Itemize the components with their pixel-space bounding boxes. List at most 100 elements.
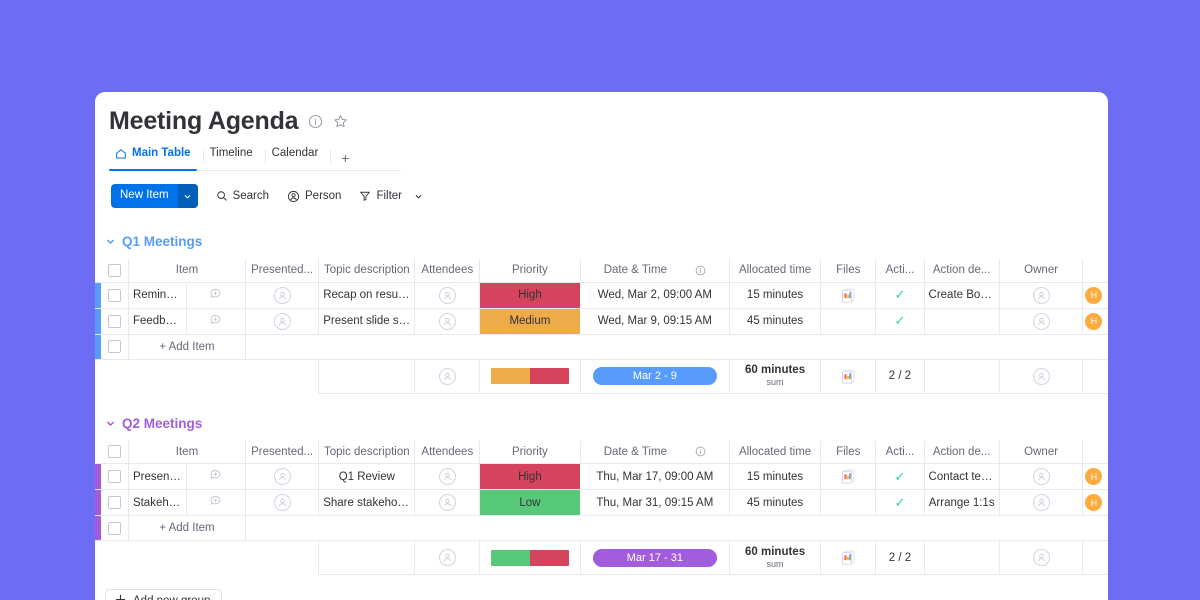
avatar[interactable] — [438, 549, 456, 566]
avatar[interactable]: H — [1085, 494, 1103, 511]
add-item-label[interactable]: + Add Item — [128, 515, 247, 541]
column-header-action[interactable]: Acti... — [875, 440, 925, 464]
group-q1-title[interactable]: Q1 Meetings — [122, 234, 202, 249]
cell-conversation[interactable] — [186, 463, 247, 490]
column-header-date-time[interactable]: Date & Time — [580, 440, 731, 464]
chevron-down-icon[interactable] — [177, 184, 198, 208]
add-comment-icon[interactable] — [209, 468, 223, 482]
cell-conversation[interactable] — [186, 489, 247, 516]
file-thumbnail-icon[interactable] — [841, 369, 855, 384]
tab-main-table[interactable]: Main Table — [109, 144, 203, 171]
cell-files[interactable] — [820, 489, 877, 516]
row-checkbox-cell[interactable] — [101, 489, 129, 516]
cell-attendees[interactable] — [414, 489, 481, 516]
info-circle-icon[interactable] — [308, 114, 323, 129]
cell-date-time[interactable]: Thu, Mar 31, 09:15 AM — [580, 489, 731, 516]
avatar[interactable] — [438, 367, 456, 385]
table-row[interactable]: Reminder of resul... — [95, 282, 1108, 309]
row-checkbox[interactable] — [108, 340, 122, 353]
cell-action-description[interactable]: Create Board — [924, 282, 1000, 309]
tab-calendar[interactable]: Calendar — [266, 144, 331, 170]
cell-allocated-time[interactable]: 45 minutes — [729, 489, 822, 516]
cell-topic-description[interactable]: Share stakeholder b... — [318, 489, 416, 516]
row-checkbox-cell[interactable] — [101, 308, 129, 335]
cell-topic-description[interactable]: Q1 Review — [318, 463, 416, 490]
column-header-allocated-time[interactable]: Allocated time — [729, 259, 822, 283]
cell-files[interactable] — [820, 463, 877, 490]
cell-files[interactable] — [820, 282, 877, 309]
info-circle-icon[interactable] — [695, 265, 706, 276]
cell-item[interactable]: Stakeholder feed... — [128, 489, 188, 516]
person-button[interactable]: Person — [287, 190, 341, 203]
cell-action[interactable]: ✓ — [875, 282, 925, 309]
avatar[interactable] — [438, 494, 456, 511]
cell-last-updated[interactable]: H — [1082, 308, 1108, 335]
chevron-down-icon[interactable] — [105, 236, 116, 247]
row-checkbox-cell[interactable] — [101, 334, 129, 360]
select-all-checkbox[interactable] — [108, 263, 122, 277]
cell-date-time[interactable]: Thu, Mar 17, 09:00 AM — [580, 463, 731, 490]
cell-presented-by[interactable] — [245, 282, 320, 309]
row-checkbox[interactable] — [108, 288, 122, 302]
column-header-topic-description[interactable]: Topic description — [318, 259, 416, 283]
column-header-files[interactable]: Files — [820, 259, 877, 283]
avatar[interactable] — [273, 312, 291, 330]
info-circle-icon[interactable] — [695, 446, 706, 457]
summary-attendees[interactable] — [414, 540, 481, 575]
column-header-owner[interactable]: Owner — [999, 259, 1084, 283]
row-checkbox[interactable] — [108, 314, 122, 328]
column-header-priority[interactable]: Priority — [479, 259, 581, 283]
column-header-date-time[interactable]: Date & Time — [580, 259, 731, 283]
table-row[interactable]: Present Dashboar... Q1 Review — [95, 463, 1108, 490]
cell-owner[interactable] — [999, 463, 1084, 490]
chevron-down-icon[interactable] — [105, 418, 116, 429]
tab-timeline[interactable]: Timeline — [204, 144, 265, 170]
column-header-presented-by[interactable]: Presented... — [245, 440, 320, 464]
cell-priority[interactable]: High — [479, 282, 581, 309]
column-header-attendees[interactable]: Attendees — [414, 440, 481, 464]
summary-action-count[interactable]: 2 / 2 — [875, 359, 925, 394]
cell-presented-by[interactable] — [245, 463, 320, 490]
cell-topic-description[interactable]: Present slide show — [318, 308, 416, 335]
cell-priority[interactable]: High — [479, 463, 581, 490]
avatar[interactable]: H — [1085, 468, 1103, 485]
cell-presented-by[interactable] — [245, 489, 320, 516]
avatar[interactable]: H — [1085, 286, 1103, 304]
column-header-attendees[interactable]: Attendees — [414, 259, 481, 283]
filter-button[interactable]: Filter — [359, 190, 423, 202]
summary-date-range[interactable]: Mar 2 - 9 — [580, 359, 731, 394]
table-row[interactable]: Stakeholder feed... Share stakeholder b.… — [95, 489, 1108, 516]
avatar[interactable] — [1032, 367, 1050, 385]
column-header-files[interactable]: Files — [820, 440, 877, 464]
summary-action-count[interactable]: 2 / 2 — [875, 540, 925, 575]
avatar[interactable] — [1032, 494, 1050, 511]
cell-item[interactable]: Feedback from te... — [128, 308, 188, 335]
column-header-priority[interactable]: Priority — [479, 440, 581, 464]
add-comment-icon[interactable] — [209, 494, 223, 508]
summary-allocated-total[interactable]: 60 minutes sum — [729, 540, 822, 575]
cell-last-updated[interactable]: H — [1082, 489, 1108, 516]
summary-priority-battery[interactable] — [479, 540, 581, 575]
cell-owner[interactable] — [999, 308, 1084, 335]
avatar[interactable]: H — [1085, 312, 1103, 330]
column-header-action-description[interactable]: Action de... — [924, 440, 1000, 464]
select-all-checkbox[interactable] — [108, 445, 122, 459]
avatar[interactable] — [273, 468, 291, 485]
cell-attendees[interactable] — [414, 463, 481, 490]
cell-allocated-time[interactable]: 15 minutes — [729, 282, 822, 309]
summary-allocated-total[interactable]: 60 minutes sum — [729, 359, 822, 394]
summary-date-range[interactable]: Mar 17 - 31 — [580, 540, 731, 575]
cell-action-description[interactable]: Arrange 1:1s — [924, 489, 1000, 516]
cell-action-description[interactable] — [924, 308, 1000, 335]
avatar[interactable] — [438, 468, 456, 485]
summary-priority-battery[interactable] — [479, 359, 581, 394]
new-item-button[interactable]: New Item — [111, 184, 198, 208]
column-header-allocated-time[interactable]: Allocated time — [729, 440, 822, 464]
select-all-checkbox-cell[interactable] — [101, 259, 129, 283]
add-new-group-button[interactable]: Add new group — [105, 589, 223, 600]
column-header-action[interactable]: Acti... — [875, 259, 925, 283]
cell-item[interactable]: Reminder of resul... — [128, 282, 188, 309]
summary-files[interactable] — [820, 540, 877, 575]
add-comment-icon[interactable] — [209, 313, 223, 327]
column-header-presented-by[interactable]: Presented... — [245, 259, 320, 283]
